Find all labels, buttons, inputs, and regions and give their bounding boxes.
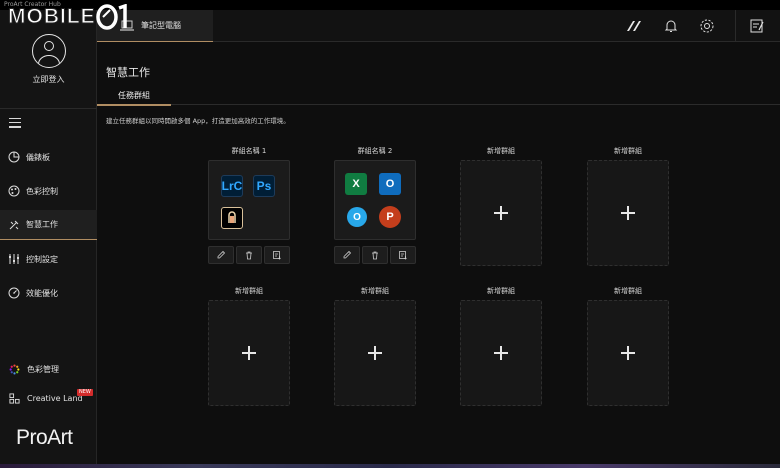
new-badge: NEW	[77, 389, 93, 396]
login-label: 立即登入	[32, 75, 65, 84]
gear-icon[interactable]	[699, 18, 715, 34]
sidebar-item-color-management[interactable]: 色彩管理	[0, 359, 97, 379]
dashboard-icon	[8, 151, 20, 163]
plus-icon	[621, 346, 635, 360]
tab-rule	[171, 104, 780, 105]
group-name: 新增群組	[614, 287, 642, 295]
add-group-card[interactable]	[587, 160, 669, 266]
sidebar-item-label: 色彩控制	[26, 186, 58, 196]
page-description: 建立任務群組以同時開啟多個 App，打造更加高效的工作環境。	[106, 117, 290, 125]
plus-icon	[494, 206, 508, 220]
trash-icon	[246, 251, 252, 260]
mobile01-watermark: MOBILE	[8, 4, 129, 30]
delete-button[interactable]	[236, 246, 262, 264]
group-card[interactable]: LrC Ps	[208, 160, 290, 240]
launch-icon	[399, 251, 407, 260]
launch-button[interactable]	[264, 246, 290, 264]
main-content: 智慧工作 任務群組 建立任務群組以同時開啟多個 App，打造更加高效的工作環境。…	[97, 42, 780, 468]
watermark-text: MOBILE	[8, 5, 96, 29]
launch-icon	[273, 251, 281, 260]
topbar-divider	[735, 10, 736, 42]
pencil-icon	[343, 250, 352, 259]
outlook-icon[interactable]: O	[379, 173, 401, 195]
edit-button[interactable]	[208, 246, 234, 264]
plus-icon	[621, 206, 635, 220]
excel-icon[interactable]: X	[345, 173, 367, 195]
color-wheel-icon	[9, 364, 20, 374]
group-actions	[208, 246, 290, 264]
sidebar-item-creative-land[interactable]: Creative Land NEW	[0, 388, 97, 408]
group-name: 群組名稱 1	[231, 147, 267, 155]
add-group-card[interactable]	[208, 300, 290, 406]
sidebar: 立即登入 儀錶板 色彩控制 智慧工作 控制設定 效能優化 色彩管理 Creati…	[0, 10, 97, 468]
tab-task-groups[interactable]: 任務群組	[97, 90, 171, 104]
powerpoint-icon[interactable]: P	[379, 206, 401, 228]
group-name: 新增群組	[614, 147, 642, 155]
page-title: 智慧工作	[106, 66, 150, 79]
avatar-icon	[31, 34, 66, 68]
photoshop-icon[interactable]: Ps	[253, 175, 275, 197]
add-group-slot: 新增群組	[334, 286, 416, 406]
group-name: 新增群組	[487, 147, 515, 155]
group-card[interactable]: X O O P	[334, 160, 416, 240]
sidebar-item-label: Creative Land	[27, 393, 83, 403]
group-name: 新增群組	[487, 287, 515, 295]
proart-app-glyph	[228, 211, 236, 223]
sidebar-item-label: 色彩管理	[27, 364, 59, 374]
top-bar: 筆記型電腦	[97, 10, 780, 42]
feedback-icon[interactable]	[749, 18, 765, 34]
task-group-2: 群組名稱 2 X O O P	[334, 146, 416, 264]
outlook-new-icon[interactable]: O	[347, 207, 367, 227]
task-group-1: 群組名稱 1 LrC Ps	[208, 146, 290, 264]
sidebar-item-label: 控制設定	[26, 254, 58, 264]
trash-icon	[372, 251, 378, 260]
sidebar-item-dashboard[interactable]: 儀錶板	[0, 142, 97, 172]
plus-icon	[242, 346, 256, 360]
sidebar-item-label: 儀錶板	[26, 152, 50, 162]
sidebar-item-label: 智慧工作	[26, 220, 58, 229]
smart-work-icon	[9, 220, 19, 229]
sidebar-item-control-settings[interactable]: 控制設定	[0, 244, 97, 274]
proart-app-icon[interactable]	[221, 207, 243, 229]
group-actions	[334, 246, 416, 264]
plus-icon	[494, 346, 508, 360]
add-group-slot: 新增群組	[460, 146, 542, 266]
add-group-slot: 新增群組	[587, 286, 669, 406]
watermark-01-logo	[95, 4, 127, 30]
proart-logo: ProArt	[16, 426, 73, 449]
pencil-icon	[217, 250, 226, 259]
login-button[interactable]: 立即登入	[0, 34, 97, 85]
device-tab-label: 筆記型電腦	[141, 21, 181, 30]
add-group-card[interactable]	[460, 300, 542, 406]
add-group-slot: 新增群組	[208, 286, 290, 406]
gauge-icon	[8, 287, 20, 299]
plus-icon	[368, 346, 382, 360]
lightroom-classic-icon[interactable]: LrC	[221, 175, 243, 197]
add-group-card[interactable]	[587, 300, 669, 406]
creative-land-icon	[9, 392, 20, 404]
color-control-icon	[8, 185, 20, 197]
launch-button[interactable]	[390, 246, 416, 264]
sliders-icon	[9, 254, 19, 264]
taskbar-glow	[0, 464, 780, 468]
add-group-slot: 新增群組	[460, 286, 542, 406]
group-name: 群組名稱 2	[357, 147, 393, 155]
sidebar-item-label: 效能優化	[26, 288, 58, 298]
delete-button[interactable]	[362, 246, 388, 264]
bell-icon[interactable]	[663, 18, 679, 34]
add-group-card[interactable]	[334, 300, 416, 406]
sidebar-item-smart-work[interactable]: 智慧工作	[0, 210, 97, 240]
add-group-card[interactable]	[460, 160, 542, 266]
edit-button[interactable]	[334, 246, 360, 264]
sidebar-item-color-control[interactable]: 色彩控制	[0, 176, 97, 206]
menu-icon[interactable]	[9, 118, 21, 128]
add-group-slot: 新增群組	[587, 146, 669, 266]
sidebar-item-performance[interactable]: 效能優化	[0, 278, 97, 308]
sidebar-divider	[0, 108, 97, 109]
tab-underline	[97, 104, 171, 106]
group-name: 新增群組	[235, 287, 263, 295]
asus-logo-icon[interactable]	[626, 18, 642, 34]
group-name: 新增群組	[361, 287, 389, 295]
